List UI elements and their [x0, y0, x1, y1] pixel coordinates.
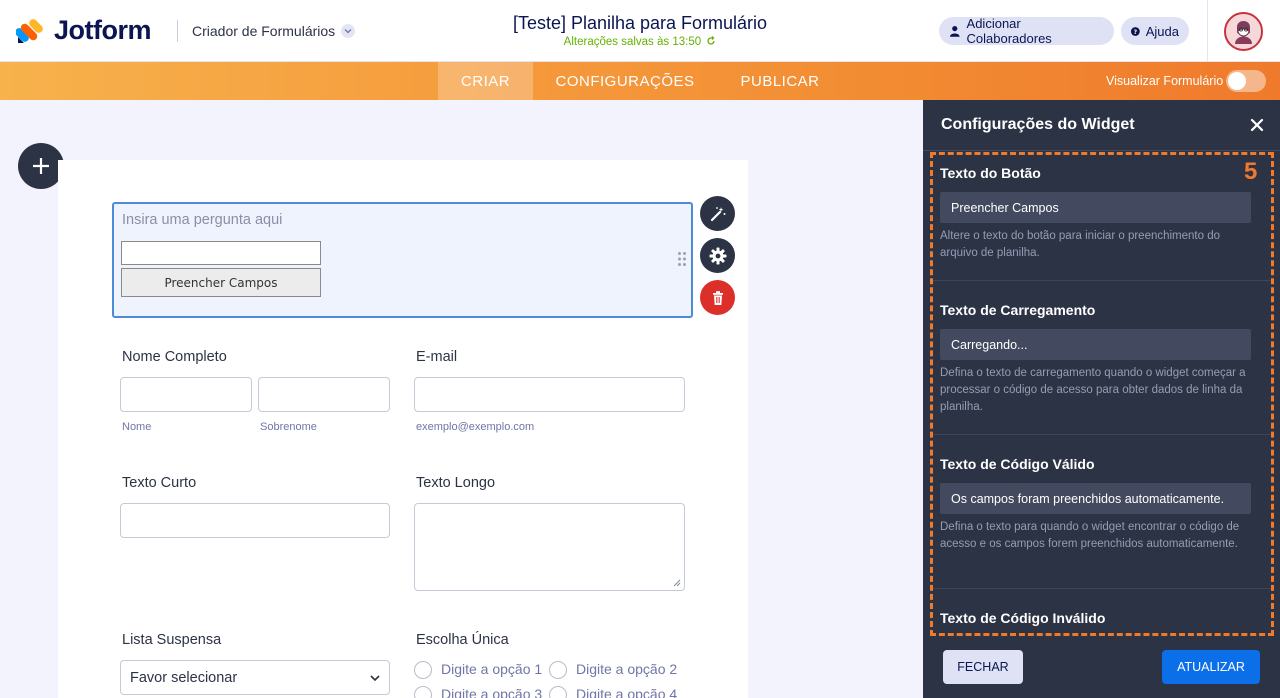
top-header: Jotform Criador de Formulários [Teste] P… [0, 0, 1280, 62]
dropdown-select[interactable]: Favor selecionar [120, 660, 390, 695]
avatar[interactable] [1224, 12, 1263, 51]
widget-fill-fields-button[interactable]: Preencher Campos [121, 268, 321, 297]
widget-access-code-input[interactable] [121, 241, 321, 265]
chevron-down-icon [341, 24, 356, 38]
single-choice-label: Escolha Única [416, 632, 509, 648]
delete-button[interactable] [700, 280, 735, 315]
tab-criar[interactable]: CRIAR [438, 62, 533, 100]
widget-question-placeholder[interactable]: Insira uma pergunta aqui [122, 212, 282, 228]
settings-button[interactable] [700, 238, 735, 273]
jotform-logo[interactable]: Jotform [16, 15, 152, 46]
email-input[interactable] [414, 377, 685, 412]
refresh-icon [707, 36, 715, 45]
prop-separator [933, 280, 1271, 281]
trash-icon [712, 290, 723, 305]
radio-option-1[interactable] [414, 661, 432, 679]
avatar-icon [1226, 14, 1261, 49]
prop-separator [933, 588, 1271, 589]
plus-icon [33, 158, 49, 174]
builder-label: Criador de Formulários [192, 23, 336, 39]
short-text-label: Texto Curto [122, 475, 197, 491]
close-icon[interactable] [1249, 117, 1265, 133]
resize-handle-icon[interactable] [673, 579, 681, 587]
help-icon: ? [1131, 26, 1140, 36]
panel-title: Configurações do Widget [941, 116, 1135, 133]
user-icon [949, 26, 960, 37]
prop-button-text-label: Texto do Botão [940, 165, 1041, 181]
long-text-label: Texto Longo [416, 475, 496, 491]
header-separator [1207, 0, 1208, 62]
tab-configuracoes[interactable]: CONFIGURAÇÕES [545, 62, 705, 100]
long-text-textarea[interactable] [414, 503, 685, 591]
preview-form-label: Visualizar Formulário [1106, 74, 1224, 88]
chevron-down-icon [370, 675, 380, 682]
radio-option-4-label: Digite a opção 4 [576, 686, 678, 698]
prop-valid-code-input[interactable]: Os campos foram preenchidos automaticame… [940, 483, 1251, 514]
email-sublabel: exemplo@exemplo.com [416, 421, 535, 433]
spreadsheet-widget[interactable]: Insira uma pergunta aqui Preencher Campo… [112, 202, 693, 318]
prop-loading-text-label: Texto de Carregamento [940, 302, 1096, 318]
help-button[interactable]: ? Ajuda [1121, 17, 1189, 45]
prop-valid-code-label: Texto de Código Válido [940, 456, 1095, 472]
dropdown-value: Favor selecionar [130, 669, 238, 686]
gear-icon [709, 247, 726, 264]
magic-wand-button[interactable] [700, 196, 735, 231]
short-text-input[interactable] [120, 503, 390, 538]
header-divider [177, 20, 178, 42]
prop-invalid-code-label: Texto de Código Inválido [940, 610, 1106, 626]
saved-status-text: Alterações salvas às 13:50 [563, 36, 702, 48]
prop-loading-text-input[interactable]: Carregando... [940, 329, 1251, 360]
logo-text: Jotform [54, 15, 152, 45]
radio-option-3-label: Digite a opção 3 [441, 686, 543, 698]
last-name-input[interactable] [258, 377, 390, 412]
prop-valid-code-desc: Defina o texto para quando o widget enco… [940, 521, 1240, 550]
add-collaborators-label: Adicionar Colaboradores [966, 16, 1052, 46]
prop-separator [933, 434, 1271, 435]
drag-handle-icon[interactable] [677, 251, 687, 267]
panel-separator [923, 150, 1280, 151]
last-name-sublabel: Sobrenome [260, 421, 317, 433]
prop-button-text-input[interactable]: Preencher Campos [940, 192, 1251, 223]
form-title[interactable]: [Teste] Planilha para Formulário [440, 13, 840, 34]
magic-wand-icon [710, 206, 725, 221]
email-label: E-mail [416, 349, 458, 365]
svg-text:?: ? [1134, 28, 1138, 35]
radio-option-4[interactable] [549, 686, 567, 698]
prop-button-text-desc: Altere o texto do botão para iniciar o p… [940, 230, 1221, 259]
close-button[interactable]: FECHAR [943, 650, 1023, 684]
toggle-knob [1228, 72, 1246, 90]
step-number: 5 [1244, 158, 1258, 185]
first-name-input[interactable] [120, 377, 252, 412]
add-collaborators-button[interactable]: Adicionar Colaboradores [939, 16, 1114, 46]
jotform-logo-icon [16, 18, 43, 43]
prop-loading-text-desc: Defina o texto de carregamento quando o … [940, 367, 1246, 413]
saved-status: Alterações salvas às 13:50 [440, 36, 840, 48]
update-button[interactable]: ATUALIZAR [1162, 650, 1260, 684]
radio-option-1-label: Digite a opção 1 [441, 661, 543, 677]
preview-form-toggle[interactable] [1226, 70, 1266, 92]
radio-option-3[interactable] [414, 686, 432, 698]
builder-navbar: CRIAR CONFIGURAÇÕES PUBLICAR Visualizar … [0, 62, 1280, 100]
dropdown-label: Lista Suspensa [122, 632, 222, 648]
tab-publicar[interactable]: PUBLICAR [730, 62, 830, 100]
radio-option-2[interactable] [549, 661, 567, 679]
full-name-label: Nome Completo [122, 349, 227, 365]
first-name-sublabel: Nome [122, 421, 152, 433]
radio-option-2-label: Digite a opção 2 [576, 661, 678, 677]
help-label: Ajuda [1145, 23, 1179, 39]
builder-dropdown[interactable]: Criador de Formulários [192, 23, 356, 39]
